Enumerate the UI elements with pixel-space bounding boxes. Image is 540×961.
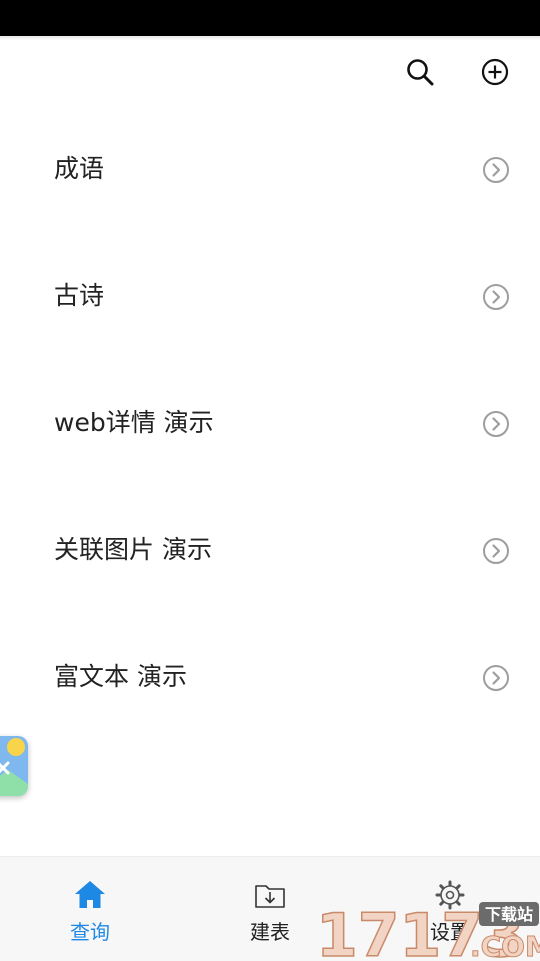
list-item-idiom[interactable]: 成语 — [0, 113, 540, 240]
list-item-label: 古诗 — [54, 281, 105, 310]
add-circle-icon[interactable] — [479, 56, 511, 88]
status-bar — [0, 0, 540, 36]
site-watermark-logo: 17173 下载站 .COM — [316, 898, 540, 960]
search-icon[interactable] — [404, 56, 436, 88]
folder-download-icon — [252, 877, 288, 913]
chevron-right-circle-icon — [482, 537, 510, 565]
list-item-poem[interactable]: 古诗 — [0, 240, 540, 367]
list-item-linked-image-demo[interactable]: 关联图片 演示 — [0, 494, 540, 621]
watermark-suffix: .COM — [470, 930, 540, 960]
chevron-right-circle-icon — [482, 410, 510, 438]
chevron-right-circle-icon — [482, 283, 510, 311]
tab-label: 查询 — [70, 920, 110, 944]
toolbar-shadow — [0, 36, 540, 40]
watermark-badge: 下载站 — [485, 905, 533, 924]
list-item-label: web详情 演示 — [54, 408, 214, 437]
chevron-right-circle-icon — [482, 156, 510, 184]
floating-image-widget[interactable] — [0, 736, 28, 796]
tab-query[interactable]: 查询 — [0, 857, 180, 961]
list-item-label: 成语 — [54, 154, 105, 183]
chevron-right-circle-icon — [482, 664, 510, 692]
list-item-label: 富文本 演示 — [54, 662, 187, 691]
list-item-web-detail-demo[interactable]: web详情 演示 — [0, 367, 540, 494]
home-icon — [72, 877, 108, 913]
list-item-rich-text-demo[interactable]: 富文本 演示 — [0, 621, 540, 748]
list-item-label: 关联图片 演示 — [54, 535, 212, 564]
